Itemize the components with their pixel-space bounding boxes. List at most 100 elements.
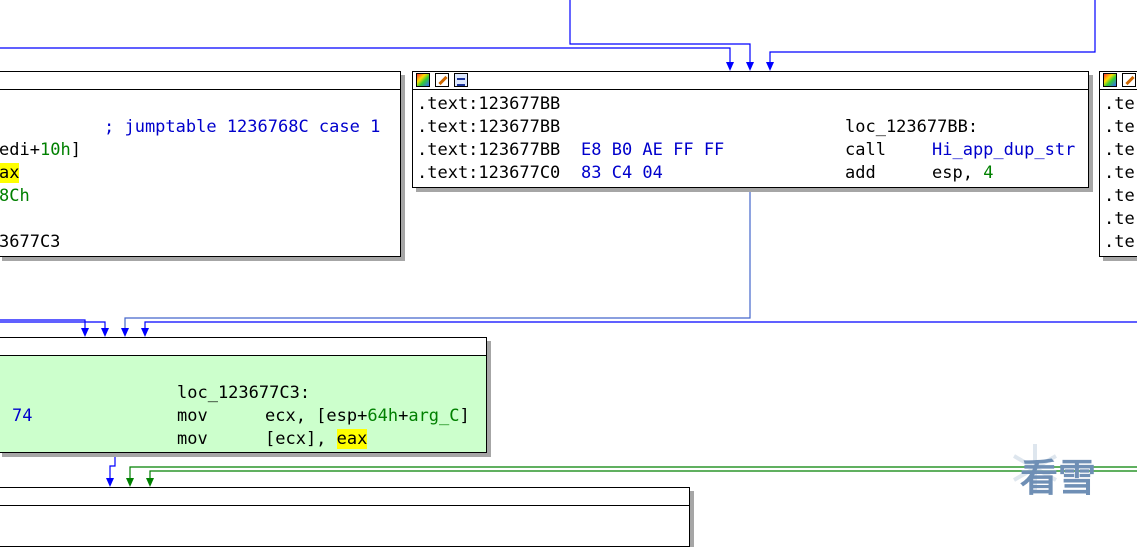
- arrow-head: [141, 328, 149, 337]
- arrow-head: [106, 478, 114, 487]
- address-label[interactable]: .te: [1104, 94, 1135, 114]
- operand[interactable]: +: [398, 406, 408, 426]
- asm-bytes: E8 B0 AE FF FF: [581, 139, 724, 162]
- address-label[interactable]: .te: [1104, 140, 1135, 160]
- edge-green-down: [109, 455, 116, 478]
- asm-mnemonic: add: [845, 162, 876, 185]
- node-header: [1100, 72, 1137, 90]
- asm-operands: ecx, [esp+64h+arg_C]: [265, 405, 470, 428]
- edit-pencil-icon[interactable]: [435, 73, 449, 87]
- edge-top-right: [769, 0, 1096, 62]
- operand[interactable]: esp,: [932, 163, 983, 183]
- asm-operands: Hi_app_dup_str: [932, 139, 1075, 162]
- mnemonic[interactable]: mov: [177, 429, 208, 449]
- asm-line: edi+10h]: [0, 139, 81, 162]
- asm-address: .text:123677BB: [417, 93, 560, 116]
- mnemonic[interactable]: loc_123677BB:: [845, 117, 978, 137]
- address-label[interactable]: .te: [1104, 186, 1135, 206]
- asm-address: .te: [1104, 208, 1135, 231]
- edge-left-a: [0, 319, 86, 328]
- asm-token[interactable]: 10h: [40, 140, 71, 160]
- address-label[interactable]: .te: [1104, 232, 1135, 252]
- asm-token[interactable]: 3677C3: [0, 232, 60, 252]
- asm-address: .te: [1104, 231, 1135, 254]
- asm-address: .te: [1104, 93, 1135, 116]
- arrow-head: [766, 62, 774, 71]
- asm-line: ax: [0, 162, 20, 185]
- address-label[interactable]: .te: [1104, 209, 1135, 229]
- asm-token[interactable]: +: [30, 140, 40, 160]
- asm-mnemonic: call: [845, 139, 886, 162]
- asm-address: .text:123677BB: [417, 139, 560, 162]
- asm-bytes: 83 C4 04: [581, 162, 663, 185]
- arrow-head: [81, 328, 89, 337]
- asm-address: .text:123677BB: [417, 116, 560, 139]
- address-label[interactable]: .te: [1104, 117, 1135, 137]
- operand[interactable]: ]: [460, 406, 470, 426]
- asm-token[interactable]: 8Ch: [0, 186, 30, 206]
- asm-token[interactable]: ]: [71, 140, 81, 160]
- node-header: [0, 72, 400, 90]
- address-label[interactable]: .text:123677BB: [417, 140, 560, 160]
- asm-operands: [ecx], eax: [265, 428, 368, 451]
- graph-view-icon[interactable]: [454, 73, 468, 87]
- asm-token[interactable]: ; jumptable 1236768C case 1: [104, 117, 380, 137]
- arrow-head: [746, 62, 754, 71]
- asm-mnemonic: loc_123677C3:: [177, 382, 310, 405]
- asm-address: .te: [1104, 162, 1135, 185]
- graph-node-loc-123677C3[interactable]: loc_123677C3: 74 mov ecx, [esp+64h+arg_C] mo…: [0, 337, 487, 453]
- asm-address: .te: [1104, 185, 1135, 208]
- arrow-head: [726, 62, 734, 71]
- asm-address: .te: [1104, 139, 1135, 162]
- asm-operands: esp, 4: [932, 162, 993, 185]
- asm-line: 8Ch: [0, 185, 30, 208]
- watermark-text: 看雪: [1020, 456, 1097, 500]
- operand[interactable]: ecx, [esp+: [265, 406, 367, 426]
- asm-address: .text:123677C0: [417, 162, 560, 185]
- asm-mnemonic: mov: [177, 428, 208, 451]
- opcode-bytes[interactable]: 74: [12, 406, 32, 426]
- address-label[interactable]: .text:123677BB: [417, 94, 560, 114]
- asm-line: ; jumptable 1236768C case 1: [104, 116, 380, 139]
- edge-top-left: [0, 47, 731, 62]
- mnemonic[interactable]: call: [845, 140, 886, 160]
- graph-node-right[interactable]: .te .te .te .te .te .te .te: [1099, 71, 1137, 257]
- address-label[interactable]: .te: [1104, 163, 1135, 183]
- color-palette-icon[interactable]: [1103, 73, 1117, 87]
- graph-node-bottom[interactable]: [0, 487, 690, 547]
- graph-node-loc-123677BB[interactable]: .text:123677BB .text:123677BB loc_123677BB…: [412, 71, 1089, 188]
- edge-left-b: [0, 321, 106, 328]
- operand[interactable]: arg_C: [408, 406, 459, 426]
- edge-top-mid: [569, 0, 751, 62]
- mnemonic[interactable]: add: [845, 163, 876, 183]
- mnemonic[interactable]: loc_123677C3:: [177, 383, 310, 403]
- arrow-head: [101, 328, 109, 337]
- asm-mnemonic: loc_123677BB:: [845, 116, 978, 139]
- operand[interactable]: eax: [336, 429, 368, 449]
- operand[interactable]: 4: [983, 163, 993, 183]
- asm-address: .te: [1104, 116, 1135, 139]
- asm-token[interactable]: edi: [0, 140, 30, 160]
- asm-token[interactable]: ax: [0, 163, 20, 183]
- operand[interactable]: Hi_app_dup_str: [932, 140, 1075, 160]
- graph-node-left[interactable]: ; jumptable 1236768C case 1 edi+10h] ax 8Ch…: [0, 71, 401, 257]
- arrow-head: [126, 478, 134, 487]
- edit-pencil-icon[interactable]: [1122, 73, 1136, 87]
- address-label[interactable]: .text:123677BB: [417, 117, 560, 137]
- arrow-head: [121, 328, 129, 337]
- address-label[interactable]: .text:123677C0: [417, 163, 560, 183]
- operand[interactable]: [ecx],: [265, 429, 337, 449]
- edge-right-to-green: [144, 321, 1137, 328]
- node-header: [413, 72, 1088, 90]
- asm-mnemonic: mov: [177, 405, 208, 428]
- mnemonic[interactable]: mov: [177, 406, 208, 426]
- node-header: [0, 488, 689, 506]
- color-palette-icon[interactable]: [416, 73, 430, 87]
- operand[interactable]: 64h: [367, 406, 398, 426]
- asm-bytes: 74: [12, 405, 32, 428]
- arrow-head: [146, 478, 154, 487]
- node-header: [0, 338, 486, 356]
- opcode-bytes[interactable]: E8 B0 AE FF FF: [581, 140, 724, 160]
- asm-line: 3677C3: [0, 231, 60, 254]
- opcode-bytes[interactable]: 83 C4 04: [581, 163, 663, 183]
